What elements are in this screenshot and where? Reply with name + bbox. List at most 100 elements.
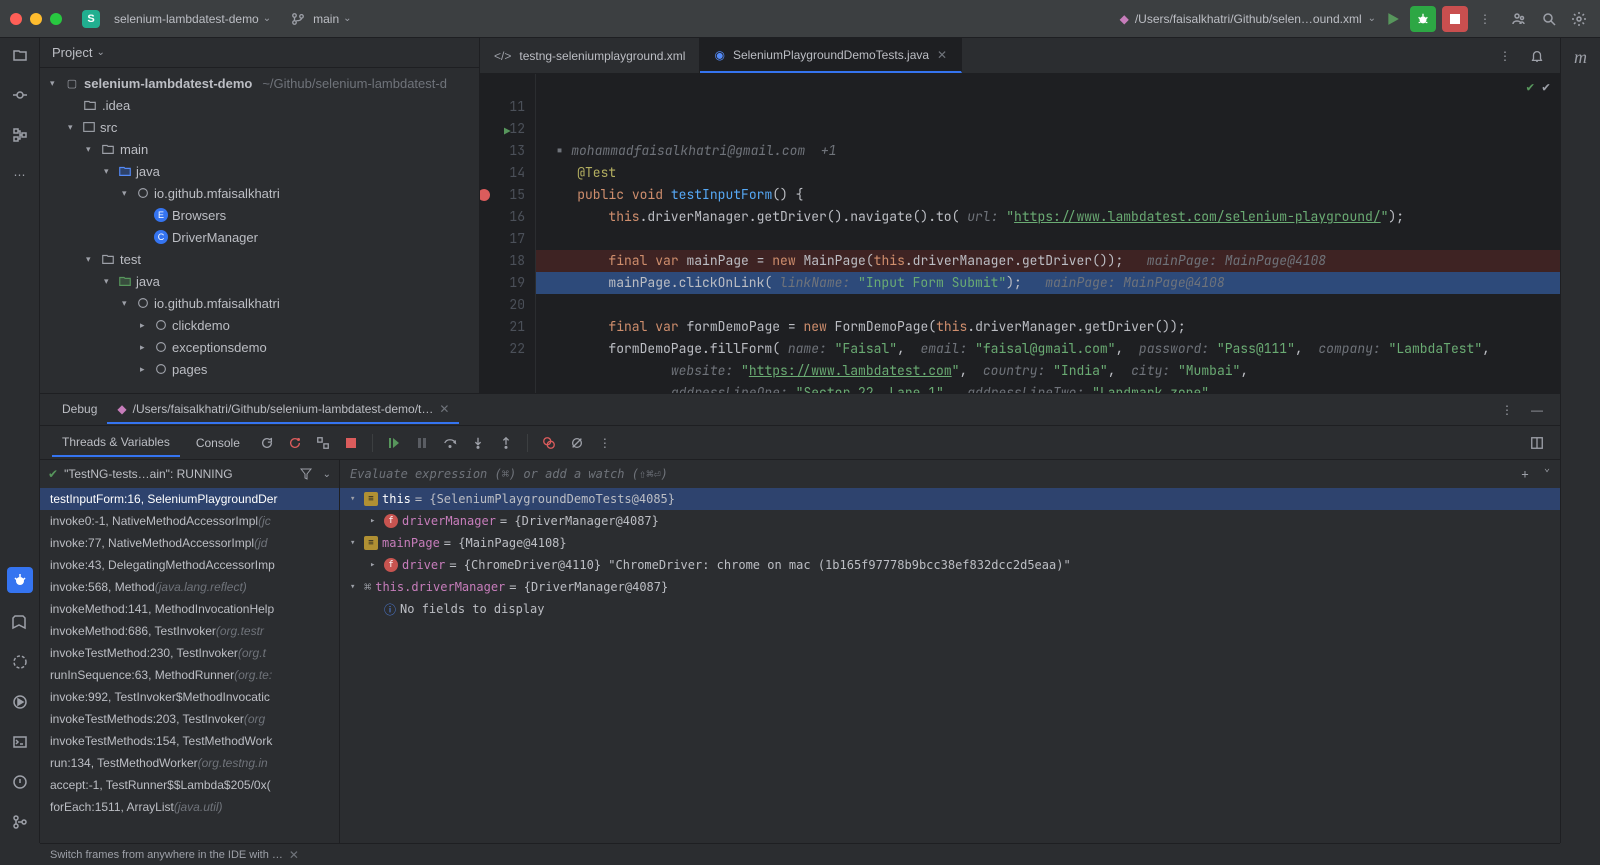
tree-item[interactable]: ▾src	[40, 116, 479, 138]
tree-item[interactable]: ▸clickdemo	[40, 314, 479, 336]
check-icon: ✔	[48, 467, 58, 481]
frame-row[interactable]: forEach:1511, ArrayList (java.util)	[40, 796, 339, 818]
frame-row[interactable]: invoke:77, NativeMethodAccessorImpl (jd	[40, 532, 339, 554]
settings-icon[interactable]	[1568, 8, 1590, 30]
tree-root[interactable]: ▾ ▢ selenium-lambdatest-demo ~/Github/se…	[40, 72, 479, 94]
minimize-window-button[interactable]	[30, 13, 42, 25]
step-into-icon[interactable]	[467, 432, 489, 454]
view-breakpoints-icon[interactable]	[538, 432, 560, 454]
frame-row[interactable]: invoke:992, TestInvoker$MethodInvocatic	[40, 686, 339, 708]
variable-row[interactable]: ▸fdriverManager = {DriverManager@4087}	[340, 510, 1560, 532]
toolbar-more-icon[interactable]: ⋮	[594, 432, 616, 454]
debug-more-icon[interactable]: ⋮	[1496, 399, 1518, 421]
editor-tabs: </>testng-seleniumplayground.xml◉Seleniu…	[480, 38, 1560, 74]
tree-item[interactable]: ▾main	[40, 138, 479, 160]
frame-row[interactable]: invoke0:-1, NativeMethodAccessorImpl (jc	[40, 510, 339, 532]
project-panel-header[interactable]: Project ⌄	[40, 38, 479, 68]
branch-dropdown[interactable]: main ⌄	[279, 4, 359, 34]
maximize-window-button[interactable]	[50, 13, 62, 25]
layout-icon[interactable]	[1526, 432, 1548, 454]
debug-tool-icon[interactable]	[7, 567, 33, 593]
project-badge: S	[82, 10, 100, 28]
terminal-tool-icon[interactable]	[9, 731, 31, 753]
run-tool-icon[interactable]	[9, 691, 31, 713]
tree-item[interactable]: ▾io.github.mfaisalkhatri	[40, 292, 479, 314]
commit-tool-icon[interactable]	[9, 84, 31, 106]
variable-row[interactable]: ▾≡this = {SeleniumPlaygroundDemoTests@40…	[340, 488, 1560, 510]
editor-tab[interactable]: ◉SeleniumPlaygroundDemoTests.java✕	[700, 38, 962, 73]
project-tool-icon[interactable]	[9, 44, 31, 66]
stop-button[interactable]	[1442, 6, 1468, 32]
tab-more-icon[interactable]: ⋮	[1494, 45, 1516, 67]
project-dropdown[interactable]: selenium-lambdatest-demo ⌄	[106, 8, 279, 30]
frame-row[interactable]: run:134, TestMethodWorker (org.testng.in	[40, 752, 339, 774]
vcs-tool-icon[interactable]	[9, 811, 31, 833]
frame-row[interactable]: invokeMethod:686, TestInvoker (org.testr	[40, 620, 339, 642]
stop-debug-icon[interactable]	[340, 432, 362, 454]
tree-item[interactable]: .idea	[40, 94, 479, 116]
variables-panel: Evaluate expression (⌘) or add a watch (…	[340, 460, 1560, 843]
close-tip-icon[interactable]: ✕	[289, 848, 299, 862]
tree-item[interactable]: ▸pages	[40, 358, 479, 380]
frame-row[interactable]: testInputForm:16, SeleniumPlaygroundDer	[40, 488, 339, 510]
editor-tab[interactable]: </>testng-seleniumplayground.xml	[480, 38, 700, 73]
tree-item[interactable]: ▾io.github.mfaisalkhatri	[40, 182, 479, 204]
tree-item[interactable]: ▸exceptionsdemo	[40, 336, 479, 358]
frame-row[interactable]: invokeTestMethods:154, TestMethodWork	[40, 730, 339, 752]
maven-tool-icon[interactable]: m	[1570, 46, 1592, 68]
inspection-check-icon[interactable]: ✔	[1542, 76, 1550, 98]
minimize-panel-icon[interactable]: —	[1526, 399, 1548, 421]
rerun-icon[interactable]	[256, 432, 278, 454]
problems-tool-icon[interactable]	[9, 771, 31, 793]
more-run-icon[interactable]: ⋮	[1474, 8, 1496, 30]
notifications-icon[interactable]	[1526, 45, 1548, 67]
chevron-down-icon[interactable]: ⌄	[323, 469, 331, 480]
tree-item[interactable]: CDriverManager	[40, 226, 479, 248]
tree-item[interactable]: ▾java	[40, 160, 479, 182]
step-out-icon[interactable]	[495, 432, 517, 454]
modify-run-icon[interactable]	[312, 432, 334, 454]
debug-run-config-tab[interactable]: ◆ /Users/faisalkhatri/Github/selenium-la…	[107, 396, 459, 424]
tree-item[interactable]: EBrowsers	[40, 204, 479, 226]
frame-row[interactable]: invokeTestMethod:230, TestInvoker (org.t	[40, 642, 339, 664]
add-watch-icon[interactable]: +	[1514, 463, 1536, 485]
variable-row[interactable]: ▾≡mainPage = {MainPage@4108}	[340, 532, 1560, 554]
search-icon[interactable]	[1538, 8, 1560, 30]
run-button[interactable]	[1382, 8, 1404, 30]
filter-icon[interactable]	[295, 463, 317, 485]
tree-item[interactable]: ▾java	[40, 270, 479, 292]
window-controls	[10, 13, 62, 25]
pause-icon[interactable]	[411, 432, 433, 454]
frame-row[interactable]: invokeTestMethods:203, TestInvoker (org	[40, 708, 339, 730]
services-tool-icon[interactable]	[9, 651, 31, 673]
inspection-ok-icon[interactable]: ✔	[1526, 76, 1534, 98]
close-window-button[interactable]	[10, 13, 22, 25]
debug-button[interactable]	[1410, 6, 1436, 32]
evaluate-expression-input[interactable]: Evaluate expression (⌘) or add a watch (…	[340, 460, 1560, 488]
debug-label[interactable]: Debug	[52, 396, 107, 424]
frames-header[interactable]: ✔ "TestNG-tests…ain": RUNNING ⌄	[40, 460, 339, 488]
structure-tool-icon[interactable]	[9, 124, 31, 146]
rerun-debug-icon[interactable]	[284, 432, 306, 454]
step-over-icon[interactable]	[439, 432, 461, 454]
variable-row[interactable]: ▾⌘this.driverManager = {DriverManager@40…	[340, 576, 1560, 598]
close-icon[interactable]: ✕	[439, 402, 449, 416]
tree-item[interactable]: ▾test	[40, 248, 479, 270]
close-tab-icon[interactable]: ✕	[937, 48, 947, 62]
frame-row[interactable]: invoke:43, DelegatingMethodAccessorImp	[40, 554, 339, 576]
frame-row[interactable]: invokeMethod:141, MethodInvocationHelp	[40, 598, 339, 620]
variable-row[interactable]: ⓘNo fields to display	[340, 598, 1560, 620]
resume-icon[interactable]	[383, 432, 405, 454]
tab-console[interactable]: Console	[186, 430, 250, 456]
tab-threads-variables[interactable]: Threads & Variables	[52, 429, 180, 457]
code-with-me-icon[interactable]	[1508, 8, 1530, 30]
variable-row[interactable]: ▸fdriver = {ChromeDriver@4110} "ChromeDr…	[340, 554, 1560, 576]
bookmarks-tool-icon[interactable]	[9, 611, 31, 633]
mute-breakpoints-icon[interactable]	[566, 432, 588, 454]
frame-row[interactable]: accept:-1, TestRunner$$Lambda$205/0x(	[40, 774, 339, 796]
frame-row[interactable]: invoke:568, Method (java.lang.reflect)	[40, 576, 339, 598]
variables-tree[interactable]: ▾≡this = {SeleniumPlaygroundDemoTests@40…	[340, 488, 1560, 843]
more-tool-icon[interactable]: ⋯	[9, 164, 31, 186]
chevron-down-icon[interactable]: ⌄	[1544, 463, 1550, 485]
frame-row[interactable]: runInSequence:63, MethodRunner (org.te:	[40, 664, 339, 686]
